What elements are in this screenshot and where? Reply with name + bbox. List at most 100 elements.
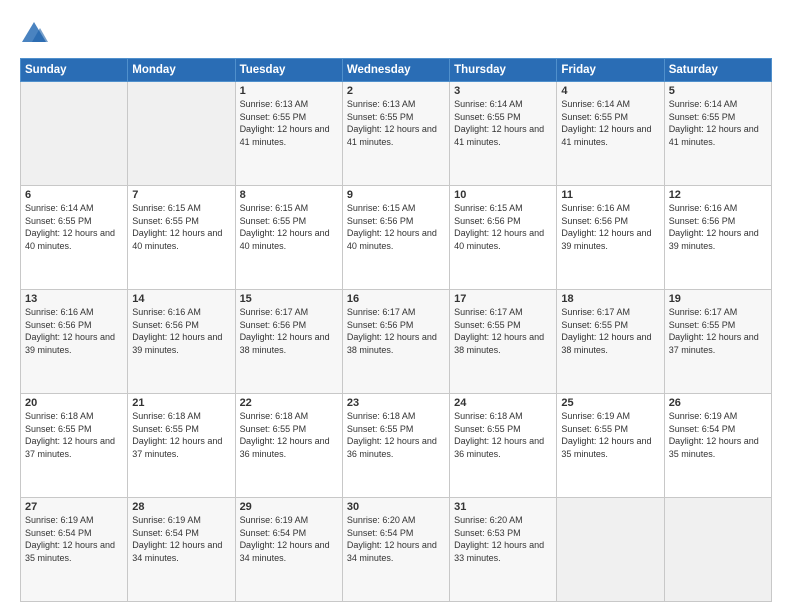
day-number: 11: [561, 189, 659, 201]
calendar-cell: 28Sunrise: 6:19 AM Sunset: 6:54 PM Dayli…: [128, 498, 235, 602]
day-number: 2: [347, 85, 445, 97]
calendar-cell: 24Sunrise: 6:18 AM Sunset: 6:55 PM Dayli…: [450, 394, 557, 498]
calendar-header-row: SundayMondayTuesdayWednesdayThursdayFrid…: [21, 59, 772, 82]
day-header-monday: Monday: [128, 59, 235, 82]
calendar-cell: [128, 82, 235, 186]
day-number: 15: [240, 293, 338, 305]
calendar-table: SundayMondayTuesdayWednesdayThursdayFrid…: [20, 58, 772, 602]
day-info: Sunrise: 6:17 AM Sunset: 6:56 PM Dayligh…: [240, 306, 338, 356]
day-number: 21: [132, 397, 230, 409]
day-info: Sunrise: 6:17 AM Sunset: 6:55 PM Dayligh…: [669, 306, 767, 356]
calendar-cell: 17Sunrise: 6:17 AM Sunset: 6:55 PM Dayli…: [450, 290, 557, 394]
day-number: 22: [240, 397, 338, 409]
day-info: Sunrise: 6:16 AM Sunset: 6:56 PM Dayligh…: [132, 306, 230, 356]
day-header-thursday: Thursday: [450, 59, 557, 82]
calendar-cell: 16Sunrise: 6:17 AM Sunset: 6:56 PM Dayli…: [342, 290, 449, 394]
day-header-sunday: Sunday: [21, 59, 128, 82]
day-header-tuesday: Tuesday: [235, 59, 342, 82]
calendar-cell: 27Sunrise: 6:19 AM Sunset: 6:54 PM Dayli…: [21, 498, 128, 602]
day-number: 20: [25, 397, 123, 409]
calendar-week-row: 27Sunrise: 6:19 AM Sunset: 6:54 PM Dayli…: [21, 498, 772, 602]
calendar-cell: 13Sunrise: 6:16 AM Sunset: 6:56 PM Dayli…: [21, 290, 128, 394]
day-info: Sunrise: 6:14 AM Sunset: 6:55 PM Dayligh…: [669, 98, 767, 148]
day-number: 3: [454, 85, 552, 97]
logo-icon: [20, 20, 48, 48]
calendar-cell: 14Sunrise: 6:16 AM Sunset: 6:56 PM Dayli…: [128, 290, 235, 394]
calendar-cell: 8Sunrise: 6:15 AM Sunset: 6:55 PM Daylig…: [235, 186, 342, 290]
calendar-cell: 25Sunrise: 6:19 AM Sunset: 6:55 PM Dayli…: [557, 394, 664, 498]
day-info: Sunrise: 6:16 AM Sunset: 6:56 PM Dayligh…: [561, 202, 659, 252]
day-info: Sunrise: 6:19 AM Sunset: 6:54 PM Dayligh…: [240, 514, 338, 564]
page: SundayMondayTuesdayWednesdayThursdayFrid…: [0, 0, 792, 612]
day-info: Sunrise: 6:14 AM Sunset: 6:55 PM Dayligh…: [25, 202, 123, 252]
day-info: Sunrise: 6:16 AM Sunset: 6:56 PM Dayligh…: [669, 202, 767, 252]
day-number: 27: [25, 501, 123, 513]
day-info: Sunrise: 6:18 AM Sunset: 6:55 PM Dayligh…: [240, 410, 338, 460]
day-info: Sunrise: 6:15 AM Sunset: 6:56 PM Dayligh…: [454, 202, 552, 252]
day-info: Sunrise: 6:13 AM Sunset: 6:55 PM Dayligh…: [240, 98, 338, 148]
day-info: Sunrise: 6:17 AM Sunset: 6:55 PM Dayligh…: [561, 306, 659, 356]
calendar-cell: 7Sunrise: 6:15 AM Sunset: 6:55 PM Daylig…: [128, 186, 235, 290]
calendar-cell: 10Sunrise: 6:15 AM Sunset: 6:56 PM Dayli…: [450, 186, 557, 290]
day-number: 18: [561, 293, 659, 305]
calendar-cell: 30Sunrise: 6:20 AM Sunset: 6:54 PM Dayli…: [342, 498, 449, 602]
calendar-week-row: 6Sunrise: 6:14 AM Sunset: 6:55 PM Daylig…: [21, 186, 772, 290]
calendar-week-row: 13Sunrise: 6:16 AM Sunset: 6:56 PM Dayli…: [21, 290, 772, 394]
day-number: 12: [669, 189, 767, 201]
calendar-cell: 20Sunrise: 6:18 AM Sunset: 6:55 PM Dayli…: [21, 394, 128, 498]
day-number: 9: [347, 189, 445, 201]
day-info: Sunrise: 6:18 AM Sunset: 6:55 PM Dayligh…: [132, 410, 230, 460]
day-info: Sunrise: 6:15 AM Sunset: 6:56 PM Dayligh…: [347, 202, 445, 252]
day-info: Sunrise: 6:14 AM Sunset: 6:55 PM Dayligh…: [454, 98, 552, 148]
day-header-friday: Friday: [557, 59, 664, 82]
day-info: Sunrise: 6:18 AM Sunset: 6:55 PM Dayligh…: [25, 410, 123, 460]
day-info: Sunrise: 6:16 AM Sunset: 6:56 PM Dayligh…: [25, 306, 123, 356]
day-number: 17: [454, 293, 552, 305]
calendar-week-row: 20Sunrise: 6:18 AM Sunset: 6:55 PM Dayli…: [21, 394, 772, 498]
calendar-cell: 26Sunrise: 6:19 AM Sunset: 6:54 PM Dayli…: [664, 394, 771, 498]
day-info: Sunrise: 6:14 AM Sunset: 6:55 PM Dayligh…: [561, 98, 659, 148]
calendar-cell: 22Sunrise: 6:18 AM Sunset: 6:55 PM Dayli…: [235, 394, 342, 498]
day-number: 30: [347, 501, 445, 513]
day-number: 13: [25, 293, 123, 305]
day-number: 28: [132, 501, 230, 513]
day-number: 4: [561, 85, 659, 97]
calendar-cell: [664, 498, 771, 602]
calendar-week-row: 1Sunrise: 6:13 AM Sunset: 6:55 PM Daylig…: [21, 82, 772, 186]
calendar-cell: 1Sunrise: 6:13 AM Sunset: 6:55 PM Daylig…: [235, 82, 342, 186]
day-info: Sunrise: 6:19 AM Sunset: 6:54 PM Dayligh…: [132, 514, 230, 564]
day-number: 14: [132, 293, 230, 305]
day-number: 7: [132, 189, 230, 201]
day-header-wednesday: Wednesday: [342, 59, 449, 82]
day-info: Sunrise: 6:19 AM Sunset: 6:54 PM Dayligh…: [25, 514, 123, 564]
calendar-cell: 9Sunrise: 6:15 AM Sunset: 6:56 PM Daylig…: [342, 186, 449, 290]
day-number: 16: [347, 293, 445, 305]
day-number: 6: [25, 189, 123, 201]
day-number: 10: [454, 189, 552, 201]
calendar-cell: 11Sunrise: 6:16 AM Sunset: 6:56 PM Dayli…: [557, 186, 664, 290]
day-number: 29: [240, 501, 338, 513]
day-number: 23: [347, 397, 445, 409]
calendar-cell: [557, 498, 664, 602]
day-info: Sunrise: 6:13 AM Sunset: 6:55 PM Dayligh…: [347, 98, 445, 148]
day-info: Sunrise: 6:15 AM Sunset: 6:55 PM Dayligh…: [240, 202, 338, 252]
day-number: 25: [561, 397, 659, 409]
day-info: Sunrise: 6:19 AM Sunset: 6:54 PM Dayligh…: [669, 410, 767, 460]
day-number: 19: [669, 293, 767, 305]
day-number: 26: [669, 397, 767, 409]
header: [20, 18, 772, 48]
calendar-cell: 5Sunrise: 6:14 AM Sunset: 6:55 PM Daylig…: [664, 82, 771, 186]
calendar-cell: 3Sunrise: 6:14 AM Sunset: 6:55 PM Daylig…: [450, 82, 557, 186]
day-number: 5: [669, 85, 767, 97]
calendar-cell: 23Sunrise: 6:18 AM Sunset: 6:55 PM Dayli…: [342, 394, 449, 498]
logo: [20, 18, 52, 48]
day-number: 1: [240, 85, 338, 97]
day-info: Sunrise: 6:19 AM Sunset: 6:55 PM Dayligh…: [561, 410, 659, 460]
day-info: Sunrise: 6:15 AM Sunset: 6:55 PM Dayligh…: [132, 202, 230, 252]
calendar-cell: 18Sunrise: 6:17 AM Sunset: 6:55 PM Dayli…: [557, 290, 664, 394]
day-number: 24: [454, 397, 552, 409]
calendar-cell: 21Sunrise: 6:18 AM Sunset: 6:55 PM Dayli…: [128, 394, 235, 498]
day-number: 8: [240, 189, 338, 201]
day-info: Sunrise: 6:20 AM Sunset: 6:54 PM Dayligh…: [347, 514, 445, 564]
day-info: Sunrise: 6:17 AM Sunset: 6:55 PM Dayligh…: [454, 306, 552, 356]
